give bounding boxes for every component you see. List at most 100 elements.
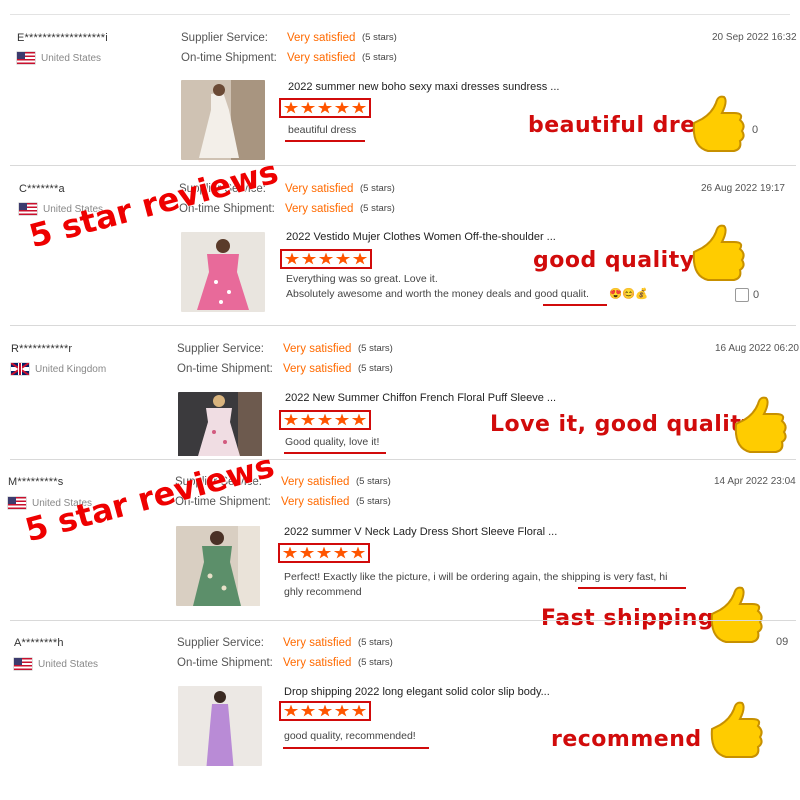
star-icon (283, 101, 299, 114)
star-icon (283, 413, 299, 426)
star-icon (335, 252, 351, 265)
review-comment-line-2: Absolutely awesome and worth the money d… (286, 288, 589, 300)
ontime-shipment-label: On-time Shipment: (177, 657, 273, 669)
review-card: M*********s United States Supplier Servi… (0, 460, 800, 648)
product-title[interactable]: 2022 Vestido Mujer Clothes Women Off-the… (286, 231, 556, 243)
star-icon (333, 546, 349, 559)
star-icon (334, 413, 350, 426)
product-thumbnail[interactable] (176, 526, 260, 606)
product-title[interactable]: Drop shipping 2022 long elegant solid co… (284, 686, 550, 698)
review-date: 20 Sep 2022 16:32 (712, 32, 797, 43)
supplier-service-label: Supplier Service: (177, 343, 264, 355)
reviewer-country: United Kingdom (11, 363, 106, 375)
star-icon (317, 101, 333, 114)
star-icon (284, 252, 300, 265)
product-title[interactable]: 2022 New Summer Chiffon French Floral Pu… (285, 392, 556, 404)
product-thumbnail[interactable] (181, 80, 265, 160)
callout-text: Love it, good quality (490, 412, 757, 437)
review-date: 16 Aug 2022 06:20 (715, 343, 799, 354)
reviewer-name: C*******a (19, 183, 65, 195)
star-icon (334, 704, 350, 717)
supplier-service-label: Supplier Service: (177, 637, 264, 649)
us-flag-icon (19, 203, 37, 215)
supplier-service-stars: (5 stars) (356, 476, 391, 487)
country-label: United States (41, 52, 102, 64)
callout-text: good quality (533, 248, 695, 273)
ontime-shipment-value: Very satisfied (287, 52, 356, 64)
star-icon (350, 546, 366, 559)
seller-ratings: Supplier Service: Very satisfied (5 stars)… (177, 339, 393, 379)
review-comment-line-2: ghly recommend (284, 586, 362, 598)
supplier-service-label: Supplier Service: (181, 32, 268, 44)
star-icon (317, 704, 333, 717)
seller-ratings: Supplier Service: Very satisfied (5 stars)… (177, 633, 393, 673)
product-title[interactable]: 2022 summer new boho sexy maxi dresses s… (288, 81, 559, 93)
star-icon (351, 413, 367, 426)
star-icon (300, 101, 316, 114)
star-icon (283, 704, 299, 717)
supplier-service-value: Very satisfied (287, 32, 356, 44)
thumbs-up-icon (734, 396, 787, 453)
ontime-shipment-stars: (5 stars) (358, 363, 393, 374)
thumbs-up-icon (692, 95, 745, 152)
star-icon (299, 546, 315, 559)
review-comment: beautiful dress (288, 124, 357, 136)
seller-ratings: Supplier Service: Very satisfied (5 stars)… (181, 28, 397, 68)
supplier-service-value: Very satisfied (285, 183, 354, 195)
reviewer-name: A********h (14, 637, 64, 649)
star-icon (301, 252, 317, 265)
star-icon (300, 413, 316, 426)
review-comment-line-1: Everything was so great. Love it. (286, 273, 438, 285)
ontime-shipment-value: Very satisfied (285, 203, 354, 215)
reviewer-name: M*********s (8, 476, 64, 488)
like-count: 0 (752, 124, 759, 136)
ontime-shipment-stars: (5 stars) (362, 52, 397, 63)
country-label: United States (38, 658, 99, 670)
review-comment-line-1: Perfect! Exactly like the picture, i wil… (284, 571, 668, 583)
star-icon (351, 704, 367, 717)
star-rating (280, 249, 372, 269)
supplier-service-value: Very satisfied (283, 637, 352, 649)
ontime-shipment-stars: (5 stars) (360, 203, 395, 214)
review-date: 26 Aug 2022 19:17 (701, 183, 785, 194)
supplier-service-value: Very satisfied (283, 343, 352, 355)
us-flag-icon (8, 497, 26, 509)
review-comment: good quality, recommended! (284, 730, 416, 742)
review-card: A********h United States Supplier Servic… (0, 621, 800, 800)
star-icon (317, 413, 333, 426)
likes-count[interactable]: 0 (735, 288, 759, 302)
likes-count[interactable]: 0 (752, 124, 758, 136)
star-rating (279, 701, 371, 721)
comment-underline (543, 304, 607, 306)
comment-underline (283, 747, 429, 749)
product-thumbnail[interactable] (181, 232, 265, 312)
ontime-shipment-stars: (5 stars) (356, 496, 391, 507)
review-card: E******************i United States Suppl… (0, 0, 800, 166)
supplier-service-stars: (5 stars) (358, 637, 393, 648)
supplier-service-value: Very satisfied (281, 476, 350, 488)
star-icon (351, 101, 367, 114)
review-comment: Good quality, love it! (285, 436, 380, 448)
uk-flag-icon (11, 363, 29, 375)
comment-underline (284, 452, 386, 454)
star-icon (352, 252, 368, 265)
ontime-shipment-label: On-time Shipment: (181, 52, 277, 64)
comment-underline (578, 587, 686, 589)
ontime-shipment-label: On-time Shipment: (177, 363, 273, 375)
star-rating (278, 543, 370, 563)
like-count: 0 (753, 289, 760, 301)
reviewer-name: E******************i (17, 32, 108, 44)
thumbs-up-icon (692, 224, 745, 281)
ontime-shipment-value: Very satisfied (283, 657, 352, 669)
reviewer-country: United States (14, 658, 98, 670)
star-rating (279, 98, 371, 118)
review-emoji: 😍😊💰 (609, 288, 649, 300)
supplier-service-stars: (5 stars) (362, 32, 397, 43)
product-title[interactable]: 2022 summer V Neck Lady Dress Short Slee… (284, 526, 557, 538)
callout-text: recommend (551, 727, 702, 752)
review-date: 14 Apr 2022 23:04 (714, 476, 796, 487)
star-rating (279, 410, 371, 430)
comment-underline (285, 140, 365, 142)
like-icon[interactable] (735, 288, 749, 302)
product-thumbnail[interactable] (178, 686, 262, 766)
